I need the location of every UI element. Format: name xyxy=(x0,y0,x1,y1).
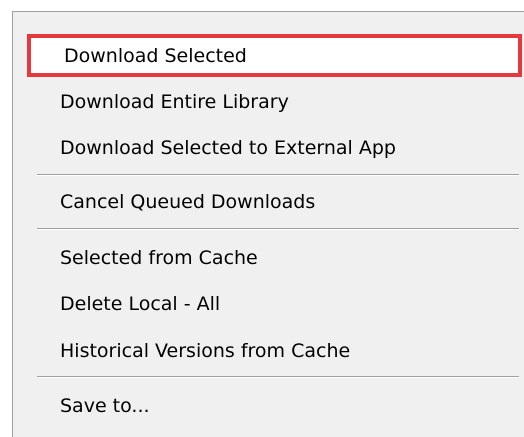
menu-item-download-entire-library[interactable]: Download Entire Library xyxy=(29,82,520,122)
menu-item-label: Download Selected xyxy=(64,44,247,67)
menu-item-download-selected[interactable]: Download Selected xyxy=(27,34,522,77)
menu-item-cancel-queued-downloads[interactable]: Cancel Queued Downloads xyxy=(29,182,520,222)
menu-item-label: Download Entire Library xyxy=(60,91,289,113)
menu-item-selected-from-cache[interactable]: Selected from Cache xyxy=(29,238,520,278)
menu-item-download-selected-to-external-app[interactable]: Download Selected to External App xyxy=(29,128,520,168)
menu-item-delete-local-all[interactable]: Delete Local - All xyxy=(29,284,520,324)
menu-separator xyxy=(37,228,519,230)
menu-separator xyxy=(37,174,519,176)
menu-item-label: Selected from Cache xyxy=(60,247,258,269)
menu-item-label: Cancel Queued Downloads xyxy=(60,191,316,213)
menu-separator xyxy=(37,376,519,378)
menu-item-save-to[interactable]: Save to... xyxy=(29,386,520,426)
menu-item-label: Save to... xyxy=(60,395,150,417)
menu-item-label: Download Selected to External App xyxy=(60,137,396,159)
menu-item-label: Delete Local - All xyxy=(60,293,221,315)
context-menu: Download Selected Download Entire Librar… xyxy=(12,11,524,437)
menu-item-label: Historical Versions from Cache xyxy=(60,340,351,362)
menu-item-historical-versions-from-cache[interactable]: Historical Versions from Cache xyxy=(29,331,520,371)
